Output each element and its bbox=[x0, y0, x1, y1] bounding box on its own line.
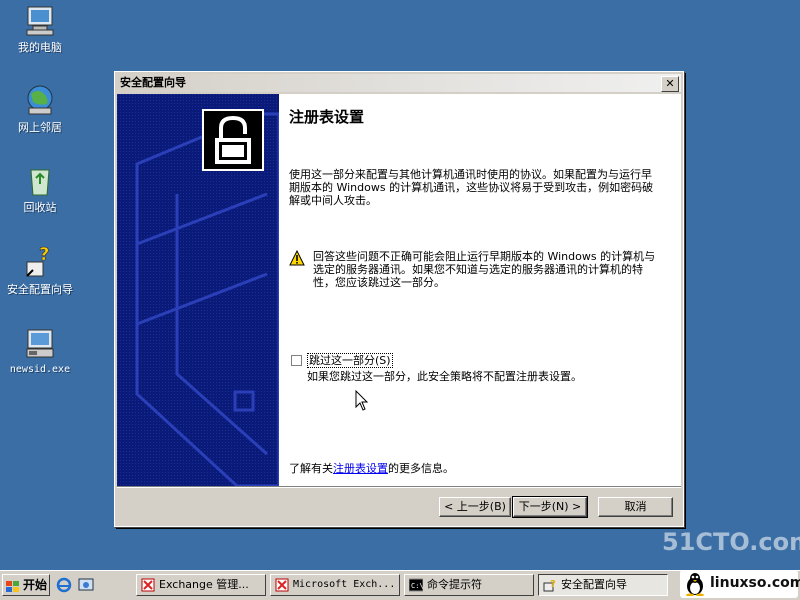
desktop-icon-security-wizard[interactable]: ? 安全配置向导 bbox=[0, 244, 80, 296]
taskbar-item-label: Exchange 管理... bbox=[159, 578, 249, 591]
security-config-wizard-dialog: 安全配置向导 ✕ 注册表设置 使用这一部分来配置与其他计算机通讯时使用的协议。如… bbox=[114, 71, 684, 527]
start-button[interactable]: 开始 bbox=[2, 574, 50, 596]
description-text: 使用这一部分来配置与其他计算机通讯时使用的协议。如果配置为与运行早期版本的 Wi… bbox=[289, 168, 654, 207]
registry-settings-link[interactable]: 注册表设置 bbox=[333, 462, 388, 475]
exe-file-icon bbox=[23, 326, 57, 360]
next-button[interactable]: 下一步(N) > bbox=[512, 496, 588, 518]
desktop-icon-newsid[interactable]: newsid.exe bbox=[0, 326, 80, 376]
more-info-prefix: 了解有关 bbox=[289, 462, 333, 475]
security-wizard-icon: ? bbox=[23, 244, 57, 280]
start-label: 开始 bbox=[23, 578, 48, 592]
taskbar-item-exchange[interactable]: Microsoft Exch... bbox=[270, 574, 400, 596]
security-wizard-icon: ? bbox=[543, 578, 557, 592]
dialog-titlebar[interactable]: 安全配置向导 ✕ bbox=[117, 74, 681, 92]
wizard-banner bbox=[117, 94, 279, 486]
cmd-icon: C:\ bbox=[408, 578, 424, 592]
svg-text:?: ? bbox=[39, 246, 49, 265]
desktop-icon-label: 我的电脑 bbox=[18, 41, 62, 54]
skip-section-checkbox[interactable] bbox=[291, 355, 302, 366]
svg-text:?: ? bbox=[550, 579, 556, 590]
dialog-title: 安全配置向导 bbox=[120, 76, 186, 89]
desktop-icon-label: newsid.exe bbox=[9, 364, 71, 375]
cancel-button[interactable]: 取消 bbox=[598, 497, 673, 517]
network-places-icon bbox=[23, 84, 57, 118]
skip-section-description: 如果您跳过这一部分，此安全策略将不配置注册表设置。 bbox=[307, 370, 582, 383]
watermark-linuxso-text: linuxso.com bbox=[710, 575, 800, 591]
skip-section-label[interactable]: 跳过这一部分(S) bbox=[307, 353, 393, 368]
warning-text: 回答这些问题不正确可能会阻止运行早期版本的 Windows 的计算机与选定的服务… bbox=[313, 250, 656, 289]
taskbar-item-label: 安全配置向导 bbox=[561, 578, 627, 591]
close-icon: ✕ bbox=[665, 77, 675, 90]
my-computer-icon bbox=[23, 4, 57, 38]
watermark-51cto: 51CTO.com bbox=[662, 528, 800, 556]
desktop-icon-label: 安全配置向导 bbox=[7, 283, 73, 296]
windows-flag-icon bbox=[6, 579, 20, 592]
back-button[interactable]: < 上一步(B) bbox=[439, 497, 511, 517]
watermark-linuxso: linuxso.com bbox=[680, 570, 800, 598]
desktop-icon-network-places[interactable]: 网上邻居 bbox=[0, 84, 80, 134]
exchange-icon bbox=[275, 578, 289, 592]
desktop-icon-label: 回收站 bbox=[23, 201, 57, 214]
desktop-icon-label: 网上邻居 bbox=[18, 121, 62, 134]
mouse-cursor-icon bbox=[355, 389, 369, 412]
page-title: 注册表设置 bbox=[289, 108, 365, 126]
desktop-icon-my-computer[interactable]: 我的电脑 bbox=[0, 4, 80, 54]
ie-quicklaunch-icon[interactable] bbox=[56, 577, 72, 593]
taskbar-item-label: 命令提示符 bbox=[427, 578, 482, 591]
more-info-text: 了解有关注册表设置的更多信息。 bbox=[289, 460, 454, 476]
more-info-suffix: 的更多信息。 bbox=[388, 462, 454, 475]
taskbar-item-label: Microsoft Exch... bbox=[293, 579, 396, 590]
taskbar-item-exchange-mgmt[interactable]: Exchange 管理... bbox=[136, 574, 266, 596]
taskbar-item-cmd[interactable]: C:\ 命令提示符 bbox=[404, 574, 534, 596]
show-desktop-quicklaunch-icon[interactable] bbox=[78, 577, 94, 593]
wizard-content: 注册表设置 使用这一部分来配置与其他计算机通讯时使用的协议。如果配置为与运行早期… bbox=[279, 94, 681, 486]
close-button[interactable]: ✕ bbox=[661, 76, 679, 92]
banner-graphic bbox=[117, 94, 279, 486]
taskbar-item-security-wizard[interactable]: ? 安全配置向导 bbox=[538, 574, 668, 596]
footer-divider bbox=[117, 486, 681, 488]
exchange-icon bbox=[141, 578, 155, 592]
warning-icon bbox=[289, 249, 305, 266]
desktop-icon-recycle-bin[interactable]: 回收站 bbox=[0, 164, 80, 214]
svg-text:C:\: C:\ bbox=[411, 582, 423, 590]
recycle-bin-icon bbox=[23, 164, 57, 198]
tux-penguin-icon bbox=[684, 572, 706, 597]
